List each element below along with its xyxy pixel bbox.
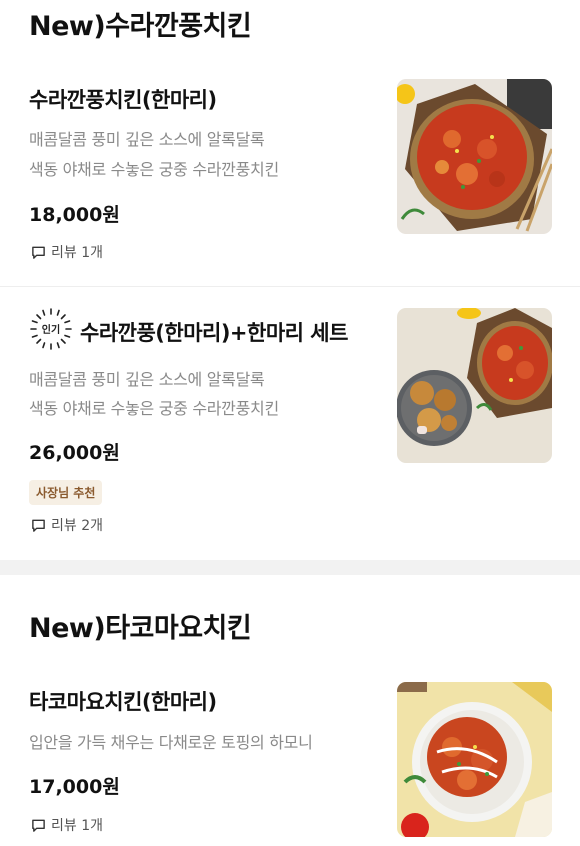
menu-item-desc-line2: 색동 야채로 수놓은 궁중 수라깐풍치킨 [29,399,279,418]
menu-item-review[interactable]: 리뷰 1개 [31,242,103,262]
menu-item-price: 26,000원 [29,442,120,464]
menu-item-price: 17,000원 [29,776,120,798]
menu-item-desc-line1: 매콤달콤 풍미 깊은 소스에 알록달록 [29,130,265,149]
menu-item-name: 타코마요치킨(한마리) [29,690,217,714]
menu-item-desc-line1: 입안을 가득 채우는 다채로운 토핑의 하모니 [29,733,313,752]
menu-item-photo [397,79,552,234]
review-count: 리뷰 1개 [51,818,103,834]
speech-bubble-icon [32,819,45,832]
speech-bubble-icon [32,246,45,259]
menu-item-name: 수라깐풍치킨(한마리) [29,88,217,112]
section-title-tacomayo: New)타코마요치킨 [29,613,252,644]
section-gap [0,560,580,575]
section-title-kkanpung: New)수라깐풍치킨 [29,11,252,42]
review-count: 리뷰 1개 [51,245,103,261]
menu-item-review[interactable]: 리뷰 1개 [31,815,103,835]
menu-item-photo [397,308,552,463]
menu-item-photo [397,682,552,837]
popular-label: 인기 [42,323,60,336]
menu-item-name: 수라깐풍(한마리)+한마리 세트 [80,321,348,345]
sunburst-popular-icon: 인기 [30,308,72,350]
review-count: 리뷰 2개 [51,518,103,534]
divider [0,286,580,287]
menu-item-desc-line1: 매콤달콤 풍미 깊은 소스에 알록달록 [29,370,265,389]
speech-bubble-icon [32,519,45,532]
menu-item-review[interactable]: 리뷰 2개 [31,515,103,535]
menu-item-desc-line2: 색동 야채로 수놓은 궁중 수라깐풍치킨 [29,160,279,179]
owner-recommend-badge: 사장님 추천 [29,480,103,505]
menu-item-price: 18,000원 [29,204,120,226]
